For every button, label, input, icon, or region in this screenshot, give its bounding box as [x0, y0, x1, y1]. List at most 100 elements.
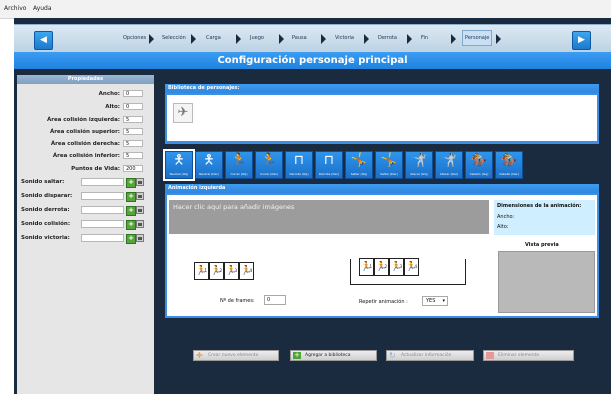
refresh-icon: ↻: [389, 351, 396, 360]
menu-ayuda[interactable]: Ayuda: [33, 5, 52, 12]
preview-box: [498, 251, 595, 313]
char-atacar-der[interactable]: 🤺 Atacar (Der): [435, 151, 463, 179]
sound-row-colision: Sonido colisión: +: [17, 218, 154, 230]
char-saltar-der[interactable]: 🤸 Saltar (Der): [375, 151, 403, 179]
colision-derecha-input[interactable]: 5: [123, 140, 143, 147]
update-info-button[interactable]: ↻ Actualizar información: [386, 350, 474, 361]
sound-saltar-field[interactable]: [81, 178, 124, 186]
sound-derrota-field[interactable]: [81, 206, 124, 214]
add-sound-icon[interactable]: +: [126, 234, 136, 244]
repeat-value: YES: [426, 298, 436, 304]
create-element-label: Crear nuevo elemento: [208, 353, 259, 358]
frame-figure: 🏃 4: [404, 258, 419, 276]
chevron-right-icon: [149, 34, 154, 44]
char-derrota-izq[interactable]: ⊓ Derrota (Izq): [285, 151, 313, 179]
step-juego[interactable]: Juego: [248, 29, 266, 47]
trash-icon[interactable]: [136, 234, 144, 242]
char-caballo-der[interactable]: 🏇 Caballo (Der): [495, 151, 523, 179]
running-icon: 🏃: [230, 153, 248, 168]
trash-icon[interactable]: [136, 220, 144, 228]
add-sound-icon[interactable]: +: [126, 178, 136, 188]
repeat-label: Repetir animación :: [359, 299, 408, 305]
horse-icon: 🏇: [500, 153, 518, 168]
frame-figure: 🏃 2: [374, 258, 389, 276]
chevron-right-icon: [407, 34, 412, 44]
step-derrota[interactable]: Derrota: [376, 29, 399, 47]
char-correr-izq[interactable]: 🏃 Correr (Izq): [225, 151, 253, 179]
trash-icon[interactable]: [136, 192, 144, 200]
create-element-button[interactable]: ✚ Crear nuevo elemento: [193, 350, 279, 361]
step-label: Victoria: [335, 35, 354, 41]
add-to-library-button[interactable]: + Agregar a biblioteca: [290, 350, 377, 361]
sound-disparar-field[interactable]: [81, 192, 124, 200]
char-caption: Saltar (Der): [380, 172, 398, 176]
chevron-right-icon: [496, 34, 501, 44]
menu-archivo[interactable]: Archivo: [4, 5, 26, 12]
attack-icon: 🤺: [410, 153, 428, 168]
puntos-vida-input[interactable]: 200: [123, 165, 143, 172]
chevron-right-icon: [236, 34, 241, 44]
sound-row-saltar: Sonido saltar: +: [17, 176, 154, 188]
character-thumbnail[interactable]: ✈: [173, 103, 193, 123]
delete-icon: [486, 352, 494, 359]
left-arrow-icon[interactable]: ◀: [34, 31, 53, 50]
trash-icon[interactable]: [136, 206, 144, 214]
step-personaje[interactable]: Personaje: [462, 29, 493, 47]
sound-colision-field[interactable]: [81, 220, 124, 228]
step-seleccion[interactable]: Selección: [160, 29, 188, 47]
trash-icon[interactable]: [136, 178, 144, 186]
delete-element-label: Eliminar elemento: [498, 353, 540, 358]
char-caption: Correr (Izq): [230, 172, 248, 176]
frame-figure: 🏃 3: [389, 258, 404, 276]
prop-label: Área colisión izquierda:: [46, 117, 120, 123]
chevron-right-icon: [191, 34, 196, 44]
char-saltar-izq[interactable]: 🤸 Saltar (Izq): [345, 151, 373, 179]
preview-label: Vista previa: [525, 242, 559, 248]
menu-bar: Archivo Ayuda: [0, 0, 611, 19]
dims-height-label: Alto:: [497, 224, 509, 230]
step-victoria[interactable]: Victoria: [333, 29, 356, 47]
alto-input[interactable]: 0: [123, 103, 143, 110]
char-derrota-der[interactable]: ⊓ Derrota (Der): [315, 151, 343, 179]
char-caballo-izq[interactable]: 🏇 Caballo (Izq): [465, 151, 493, 179]
running-icon: 🏃: [260, 153, 278, 168]
colision-superior-input[interactable]: 5: [123, 128, 143, 135]
animation-section: Animación izquierda Hacer clic aquí para…: [165, 184, 599, 318]
prop-row-colision-sup: Área colisión superior: 5: [17, 127, 154, 137]
char-neutral-der[interactable]: 🯅 Neutral (Der): [195, 151, 223, 179]
jumping-icon: 🤸: [350, 153, 368, 168]
add-sound-icon[interactable]: +: [126, 192, 136, 202]
frames-input[interactable]: 0: [264, 295, 286, 305]
step-label: Derrota: [378, 35, 397, 41]
add-sound-icon[interactable]: +: [126, 206, 136, 216]
step-pausa[interactable]: Pausa: [290, 29, 309, 47]
chevron-right-icon: [321, 34, 326, 44]
animation-body: Hacer clic aquí para añadir imágenes Dim…: [167, 195, 597, 316]
char-caption: Caballo (Izq): [469, 172, 489, 176]
step-opciones[interactable]: Opciones: [121, 29, 148, 47]
single-play-frames: 🏃 1 🏃 2 🏃 3 🏃 4: [194, 262, 254, 280]
repeat-select[interactable]: YES ▾: [422, 296, 448, 306]
char-caption: Derrota (Der): [318, 172, 340, 176]
add-images-dropzone[interactable]: Hacer clic aquí para añadir imágenes: [169, 200, 489, 234]
loop-frames: 🏃 1 🏃 2 🏃 3 🏃 4: [359, 258, 419, 276]
step-label: Pausa: [292, 35, 307, 41]
library-list[interactable]: ✈: [167, 95, 597, 141]
animation-header: Animación izquierda: [165, 184, 599, 193]
colision-izquierda-input[interactable]: 5: [123, 116, 143, 123]
sound-victoria-field[interactable]: [81, 234, 124, 242]
ancho-input[interactable]: 0: [123, 90, 143, 97]
prop-label: Ancho:: [98, 91, 120, 97]
char-neutral-izq[interactable]: 🯅 Neutral (Izq): [163, 149, 195, 181]
colision-inferior-input[interactable]: 5: [123, 152, 143, 159]
step-carga[interactable]: Carga: [204, 29, 223, 47]
frame-figure: 🏃 4: [239, 262, 254, 280]
delete-element-button[interactable]: Eliminar elemento: [483, 350, 574, 361]
prop-row-colision-izq: Área colisión izquierda: 5: [17, 115, 154, 125]
add-sound-icon[interactable]: +: [126, 220, 136, 230]
step-fin[interactable]: Fin: [419, 29, 430, 47]
char-atacar-izq[interactable]: 🤺 Atacar (Izq): [405, 151, 433, 179]
char-correr-der[interactable]: 🏃 Correr (Der): [255, 151, 283, 179]
prop-row-colision-inf: Área colisión inferior: 5: [17, 151, 154, 161]
right-arrow-icon[interactable]: ▶: [572, 31, 591, 50]
